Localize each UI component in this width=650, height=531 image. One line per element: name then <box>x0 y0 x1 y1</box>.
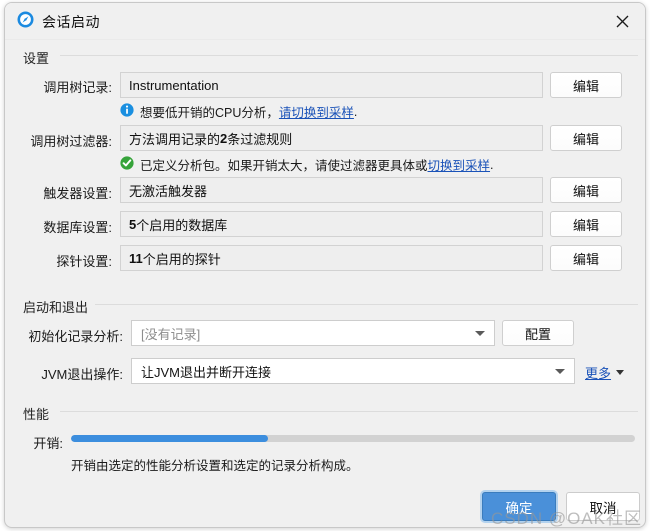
section-title-performance: 性能 <box>23 404 57 423</box>
field-call-tree-filters-prefix: 方法调用记录的 <box>129 131 221 147</box>
field-probe-settings-count: 11 <box>129 250 143 266</box>
label-probe-settings: 探针设置: <box>56 254 112 269</box>
hint-success-tail: . <box>490 157 494 172</box>
more-dropdown-link[interactable]: 更多 <box>585 363 625 382</box>
edit-button-trigger-settings[interactable]: 编辑 <box>550 177 622 203</box>
field-probe-settings[interactable]: 11 个启用的探针 <box>120 245 543 271</box>
label-call-tree-filters: 调用树过滤器: <box>30 134 112 149</box>
hint-info-row: 想要低开销的CPU分析， 请切换到采样 . <box>120 102 357 121</box>
hint-info-tail: . <box>353 104 358 119</box>
edit-button-database-settings[interactable]: 编辑 <box>550 211 622 237</box>
field-call-tree-filters-suffix: 条过滤规则 <box>227 131 293 147</box>
overhead-progress-bar <box>71 435 635 442</box>
label-jvm-exit-action: JVM退出操作: <box>41 367 123 382</box>
field-database-settings-suffix: 个启用的数据库 <box>136 217 228 233</box>
profiler-circle-icon <box>17 11 34 28</box>
hint-success-link[interactable]: 切换到采样 <box>428 155 491 174</box>
section-title-settings: 设置 <box>23 48 57 67</box>
title-bar: 会话启动 <box>5 3 645 40</box>
field-call-tree-filters[interactable]: 方法调用记录的 2 条过滤规则 <box>120 125 543 151</box>
field-trigger-settings[interactable]: 无激活触发器 <box>120 177 543 203</box>
hint-info-text: 想要低开销的CPU分析， <box>140 106 279 120</box>
field-call-tree-recording-value: Instrumentation <box>129 77 219 93</box>
edit-button-call-tree-filters[interactable]: 编辑 <box>550 125 622 151</box>
info-icon <box>120 103 134 120</box>
label-database-settings: 数据库设置: <box>43 220 112 235</box>
hint-success-row: 已定义分析包。如果开销太大，请使过滤器更具体或 切换到采样 . <box>120 155 494 174</box>
field-probe-settings-suffix: 个启用的探针 <box>142 251 221 267</box>
combo-jvm-exit-action[interactable]: 让JVM退出并断开连接 <box>131 358 575 384</box>
cancel-button[interactable]: 取消 <box>566 492 640 521</box>
field-trigger-settings-value: 无激活触发器 <box>129 183 208 199</box>
configure-button[interactable]: 配置 <box>502 320 574 346</box>
more-dropdown-label: 更多 <box>585 366 612 381</box>
edit-button-probe-settings[interactable]: 编辑 <box>550 245 622 271</box>
label-call-tree-recording: 调用树记录: <box>43 80 112 95</box>
combo-jvm-exit-action-value: 让JVM退出并断开连接 <box>141 364 272 380</box>
chevron-down-icon <box>475 331 485 336</box>
overhead-progress-fill <box>71 435 269 442</box>
check-circle-icon <box>120 156 134 173</box>
hint-info-link[interactable]: 请切换到采样 <box>279 102 354 121</box>
field-database-settings-count: 5 <box>129 216 137 232</box>
chevron-down-icon <box>616 370 625 375</box>
window-title: 会话启动 <box>42 14 100 30</box>
field-call-tree-filters-count: 2 <box>220 130 228 146</box>
combo-init-recording-value: [没有记录] <box>141 326 201 342</box>
hint-success-text: 已定义分析包。如果开销太大，请使过滤器更具体或 <box>140 159 428 173</box>
section-divider-performance <box>60 411 638 412</box>
overhead-note: 开销由选定的性能分析设置和选定的记录分析构成。 <box>71 459 359 473</box>
section-divider-settings <box>60 55 638 56</box>
field-call-tree-recording[interactable]: Instrumentation <box>120 72 543 98</box>
section-title-startup-exit: 启动和退出 <box>23 297 96 316</box>
chevron-down-icon <box>555 369 565 374</box>
section-divider-startup-exit <box>92 304 638 305</box>
combo-init-recording[interactable]: [没有记录] <box>131 320 495 346</box>
label-trigger-settings: 触发器设置: <box>43 186 112 201</box>
label-overhead: 开销: <box>33 436 63 451</box>
field-database-settings[interactable]: 5 个启用的数据库 <box>120 211 543 237</box>
session-startup-dialog: 会话启动 设置 调用树记录: Instrumentation 编辑 想要低开销的… <box>4 2 646 528</box>
close-icon[interactable] <box>605 6 639 36</box>
edit-button-call-tree-recording[interactable]: 编辑 <box>550 72 622 98</box>
label-init-recording: 初始化记录分析: <box>28 329 123 344</box>
ok-button[interactable]: 确定 <box>482 492 556 521</box>
